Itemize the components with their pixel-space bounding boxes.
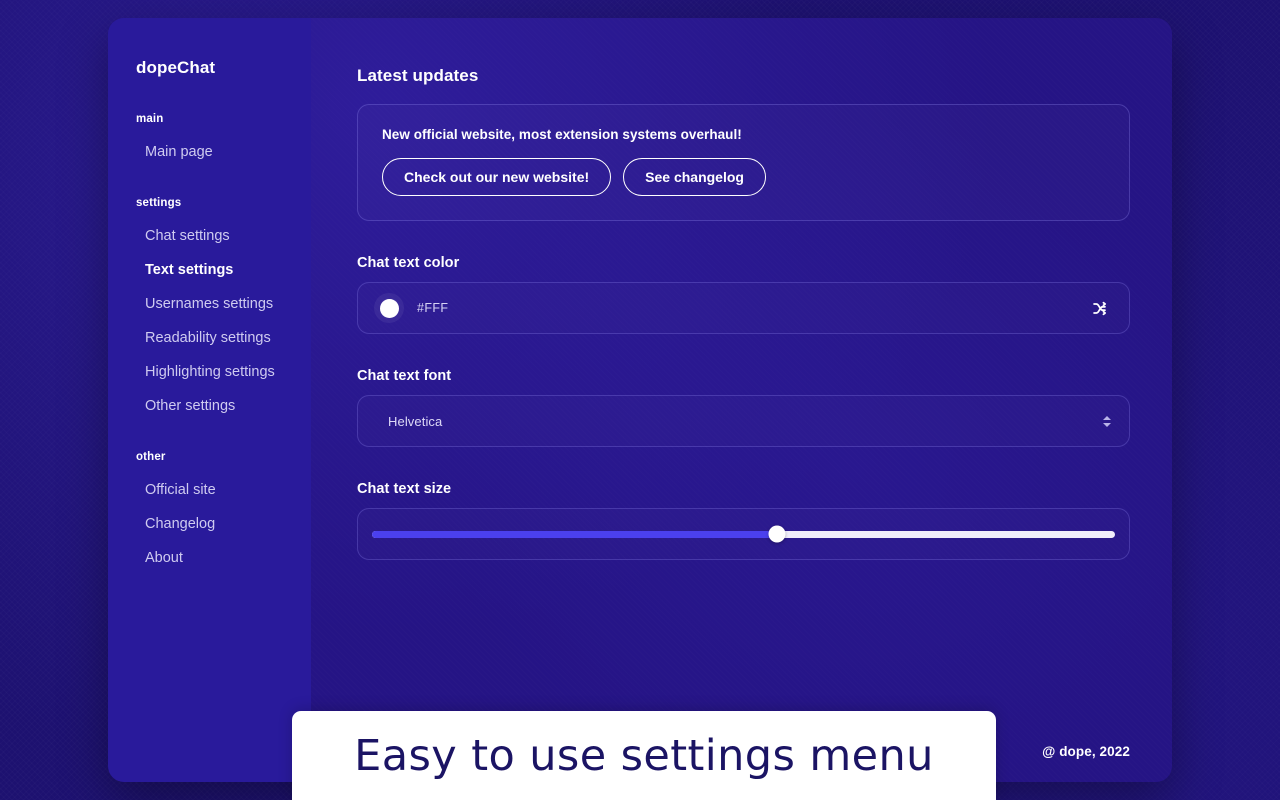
color-swatch-button[interactable] [374, 293, 404, 323]
color-swatch-icon [379, 298, 399, 318]
color-value-text[interactable]: #FFF [417, 301, 1085, 315]
app-window: dopeChat main Main page settings Chat se… [108, 18, 1172, 782]
slider-fill [372, 530, 777, 538]
chat-text-color-label: Chat text color [357, 255, 460, 271]
sidebar-item-readability-settings[interactable]: Readability settings [108, 321, 311, 355]
latest-updates-card: New official website, most extension sys… [357, 104, 1130, 221]
sidebar-item-usernames-settings[interactable]: Usernames settings [108, 287, 311, 321]
font-selected-value: Helvetica [388, 413, 443, 429]
sidebar-item-about[interactable]: About [108, 541, 311, 575]
sidebar-item-chat-settings[interactable]: Chat settings [108, 219, 311, 253]
chevron-up-down-icon[interactable] [1099, 411, 1115, 431]
sidebar-item-text-settings[interactable]: Text settings [108, 253, 311, 287]
caption-overlay: Easy to use settings menu [292, 711, 996, 800]
chat-text-font-label: Chat text font [357, 368, 452, 384]
sidebar-item-official-site[interactable]: Official site [108, 473, 311, 507]
sidebar-group-label-main: main [136, 113, 164, 125]
chat-text-color-control: #FFF [357, 282, 1130, 334]
footer-copyright: @ dope, 2022 [1042, 743, 1130, 759]
sidebar-item-changelog[interactable]: Changelog [108, 507, 311, 541]
shuffle-icon[interactable] [1085, 294, 1113, 322]
page-title: Latest updates [357, 66, 479, 85]
sidebar-group-label-other: other [136, 451, 166, 463]
check-out-website-button[interactable]: Check out our new website! [382, 158, 612, 196]
slider-thumb[interactable] [768, 525, 786, 543]
caption-text: Easy to use settings menu [354, 730, 934, 781]
chat-text-font-select[interactable]: Helvetica [357, 395, 1130, 447]
app-brand: dopeChat [136, 58, 216, 77]
see-changelog-button[interactable]: See changelog [623, 158, 766, 196]
main-content: Latest updates New official website, mos… [311, 18, 1172, 782]
update-message: New official website, most extension sys… [382, 127, 742, 142]
sidebar: dopeChat main Main page settings Chat se… [108, 18, 311, 782]
chat-text-size-label: Chat text size [357, 481, 452, 497]
chevron-down-icon [1103, 422, 1111, 427]
text-size-slider[interactable] [372, 525, 1115, 543]
settings-panel: Latest updates New official website, mos… [311, 18, 1172, 720]
sidebar-item-main-page[interactable]: Main page [108, 135, 311, 169]
update-button-row: Check out our new website! See changelog [382, 158, 1105, 196]
sidebar-group-label-settings: settings [136, 197, 182, 209]
sidebar-group-settings: settings Chat settings Text settings Use… [108, 197, 311, 423]
sidebar-item-highlighting-settings[interactable]: Highlighting settings [108, 355, 311, 389]
sidebar-item-other-settings[interactable]: Other settings [108, 389, 311, 423]
sidebar-group-main: main Main page [108, 113, 311, 169]
sidebar-group-other: other Official site Changelog About [108, 451, 311, 575]
chevron-up-icon [1103, 415, 1111, 420]
chat-text-size-control [357, 508, 1130, 560]
